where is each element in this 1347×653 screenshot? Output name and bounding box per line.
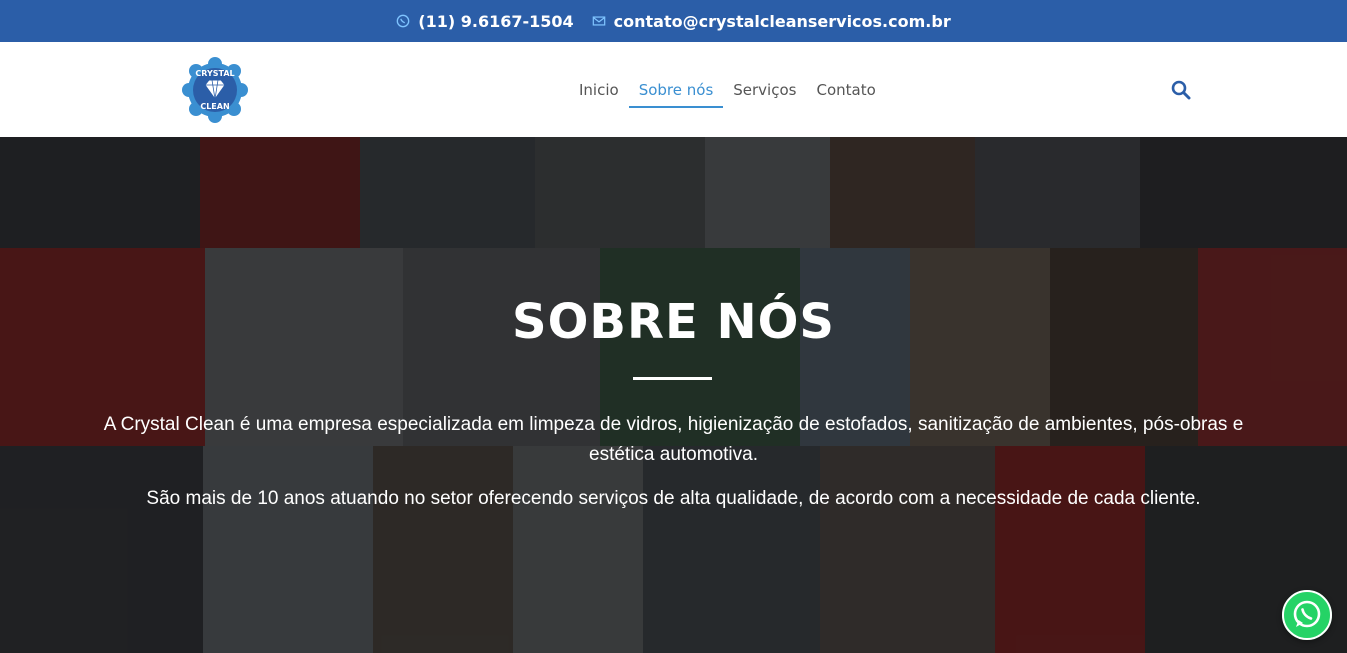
hero-content: SOBRE NÓS A Crystal Clean é uma empresa … <box>0 137 1347 653</box>
top-contact-bar: (11) 9.6167-1504 contato@crystalcleanser… <box>0 0 1347 42</box>
page-title: SOBRE NÓS <box>512 294 835 350</box>
search-icon[interactable] <box>1171 80 1191 100</box>
email-address: contato@crystalcleanservicos.com.br <box>613 11 951 31</box>
about-paragraph-2: São mais de 10 anos atuando no setor ofe… <box>146 488 1201 509</box>
whatsapp-icon <box>1282 590 1332 640</box>
main-nav: Inicio Sobre nós Serviços Contato <box>569 42 886 137</box>
phone-number: (11) 9.6167-1504 <box>418 11 574 31</box>
whatsapp-icon <box>396 14 410 28</box>
title-divider <box>633 377 712 380</box>
logo-text-top: CRYSTAL <box>195 69 234 78</box>
envelope-icon <box>592 14 606 28</box>
email-contact[interactable]: contato@crystalcleanservicos.com.br <box>592 12 951 31</box>
about-paragraph-1: A Crystal Clean é uma empresa especializ… <box>103 414 1244 465</box>
nav-item-sobre-nos[interactable]: Sobre nós <box>628 75 724 108</box>
nav-item-inicio[interactable]: Inicio <box>569 75 629 105</box>
logo-text-bottom: CLEAN <box>200 102 229 111</box>
nav-item-servicos[interactable]: Serviços <box>723 75 806 105</box>
whatsapp-float-button[interactable] <box>1282 590 1332 640</box>
about-hero: SOBRE NÓS A Crystal Clean é uma empresa … <box>0 137 1347 653</box>
phone-contact[interactable]: (11) 9.6167-1504 <box>396 11 574 31</box>
site-header: CRYSTAL CLEAN Inicio Sobre nós Serviços … <box>0 42 1347 137</box>
site-logo[interactable]: CRYSTAL CLEAN <box>181 57 249 123</box>
nav-item-contato[interactable]: Contato <box>806 75 885 105</box>
